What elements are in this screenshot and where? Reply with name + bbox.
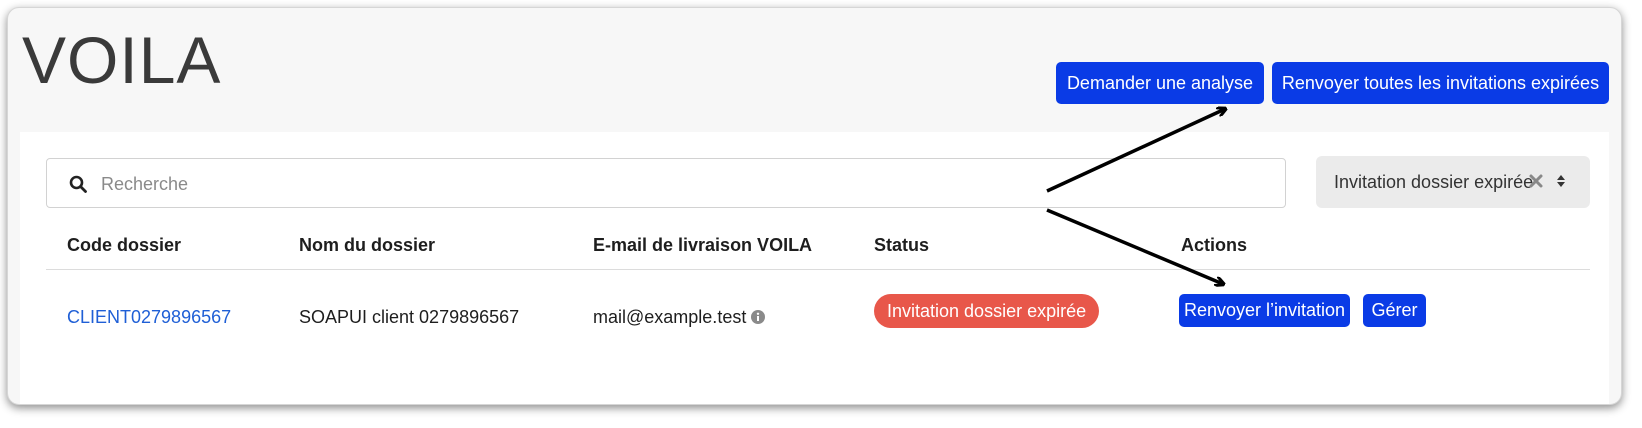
table-header-divider — [46, 269, 1590, 270]
search-box[interactable] — [46, 158, 1286, 209]
column-header-code[interactable]: Code dossier — [67, 235, 181, 256]
manage-button[interactable]: Gérer — [1363, 294, 1426, 327]
content-card: Invitation dossier expirée Code dossier … — [20, 132, 1609, 404]
status-filter-select[interactable]: Invitation dossier expirée — [1316, 156, 1590, 208]
search-icon — [69, 175, 87, 193]
sort-caret-icon — [1557, 175, 1565, 187]
column-header-name[interactable]: Nom du dossier — [299, 235, 435, 256]
request-analysis-button[interactable]: Demander une analyse — [1056, 62, 1264, 104]
column-header-email[interactable]: E-mail de livraison VOILA — [593, 235, 812, 256]
app-window: VOILA Demander une analyse Renvoyer tout… — [7, 7, 1622, 405]
status-filter-value: Invitation dossier expirée — [1334, 171, 1534, 192]
search-input[interactable] — [99, 159, 1273, 209]
status-badge: Invitation dossier expirée — [874, 294, 1100, 328]
delivery-email: mail@example.test — [593, 307, 747, 327]
delivery-email-cell: mail@example.test — [593, 307, 766, 328]
column-header-status[interactable]: Status — [874, 235, 929, 256]
clear-icon[interactable] — [1528, 173, 1544, 189]
info-icon[interactable] — [751, 310, 766, 324]
resend-invitation-button[interactable]: Renvoyer l’invitation — [1179, 294, 1350, 327]
dossier-name: SOAPUI client 0279896567 — [299, 307, 520, 327]
resend-all-expired-button[interactable]: Renvoyer toutes les invitations expirées — [1272, 62, 1609, 104]
dossier-code-link[interactable]: CLIENT0279896567 — [67, 307, 231, 328]
column-header-actions: Actions — [1181, 235, 1248, 255]
page-title: VOILA — [22, 23, 222, 97]
